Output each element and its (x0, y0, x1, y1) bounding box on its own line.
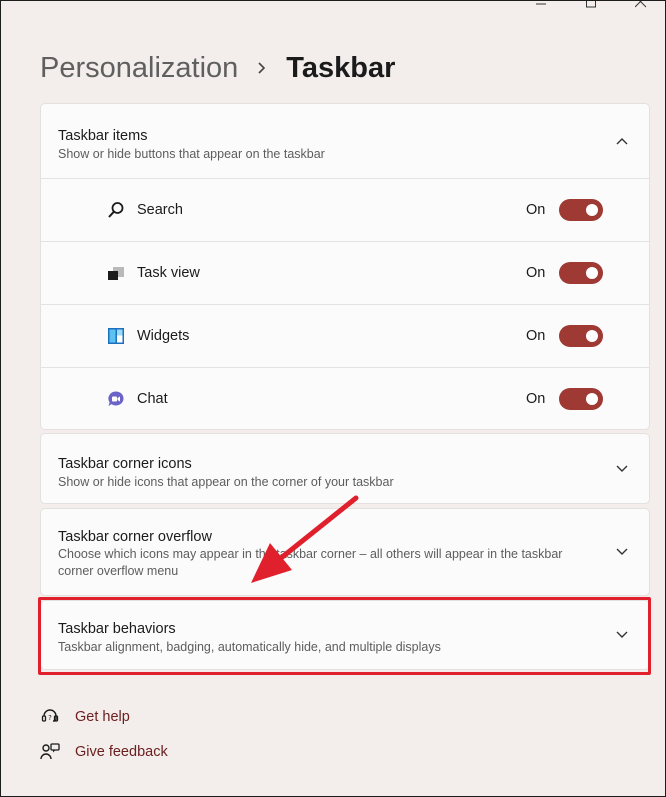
corner-icons-title: Taskbar corner icons (58, 456, 192, 472)
search-state: On (526, 202, 546, 218)
toggle-knob (586, 204, 598, 216)
breadcrumb-parent[interactable]: Personalization (40, 52, 238, 85)
get-help-label: Get help (75, 709, 130, 725)
maximize-button[interactable] (566, 0, 616, 14)
taskbar-items-description: Show or hide buttons that appear on the … (58, 147, 325, 161)
chat-toggle[interactable] (559, 388, 603, 410)
chat-state: On (526, 391, 546, 407)
close-icon (635, 0, 647, 8)
page-title: Taskbar (286, 51, 396, 84)
taskbar-items-card: Taskbar items Show or hide buttons that … (40, 103, 650, 430)
toggle-knob (586, 393, 598, 405)
chevron-right-icon (256, 58, 268, 78)
feedback-icon (40, 743, 60, 760)
taskbar-corner-icons-card[interactable]: Taskbar corner icons Show or hide icons … (40, 433, 650, 504)
corner-overflow-description: Choose which icons may appear in the tas… (58, 547, 563, 578)
chevron-down-icon (616, 465, 628, 472)
task-view-label: Task view (137, 265, 200, 281)
chat-icon (108, 391, 124, 406)
breadcrumb: Personalization Taskbar (40, 48, 395, 88)
window-controls (516, 0, 666, 14)
help-icon: ? (41, 709, 59, 722)
search-label: Search (137, 202, 183, 218)
maximize-icon (586, 0, 596, 8)
taskbar-items-title: Taskbar items (58, 128, 148, 144)
toggle-knob (586, 267, 598, 279)
taskbar-corner-overflow-card[interactable]: Taskbar corner overflow Choose which ico… (40, 508, 650, 596)
svg-text:?: ? (48, 714, 52, 722)
give-feedback-label: Give feedback (75, 744, 168, 760)
chat-label: Chat (137, 391, 168, 407)
get-help-link[interactable]: ? Get help (40, 706, 130, 728)
task-view-icon (108, 267, 124, 280)
toggle-knob (586, 330, 598, 342)
task-view-toggle[interactable] (559, 262, 603, 284)
give-feedback-link[interactable]: Give feedback (40, 741, 168, 763)
chevron-up-icon (616, 138, 628, 145)
widgets-toggle[interactable] (559, 325, 603, 347)
taskbar-item-search: Search On (41, 178, 649, 241)
taskbar-item-task-view: Task view On (41, 241, 649, 304)
search-toggle[interactable] (559, 199, 603, 221)
widgets-icon (108, 328, 124, 344)
highlight-box (38, 597, 651, 675)
corner-overflow-title: Taskbar corner overflow (58, 529, 212, 545)
taskbar-item-chat: Chat On (41, 367, 649, 430)
close-button[interactable] (616, 0, 666, 14)
minimize-icon (536, 3, 546, 5)
taskbar-item-widgets: Widgets On (41, 304, 649, 367)
widgets-label: Widgets (137, 328, 190, 344)
corner-icons-description: Show or hide icons that appear on the co… (58, 475, 394, 489)
widgets-state: On (526, 328, 546, 344)
chevron-down-icon (616, 548, 628, 555)
search-icon (108, 202, 124, 218)
minimize-button[interactable] (516, 0, 566, 14)
task-view-state: On (526, 265, 546, 281)
taskbar-items-header[interactable]: Taskbar items Show or hide buttons that … (41, 104, 649, 178)
